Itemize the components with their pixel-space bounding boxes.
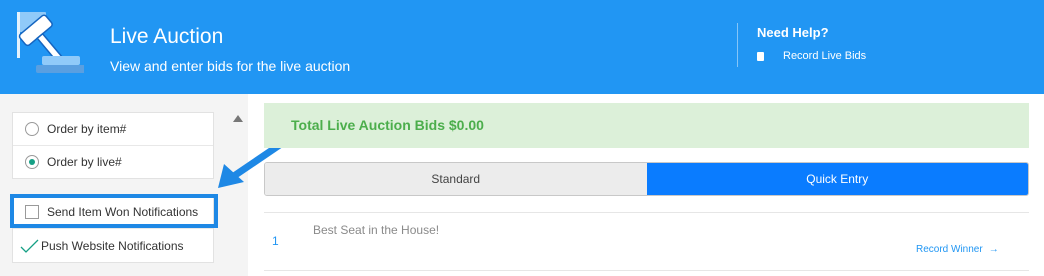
- checkmark-icon[interactable]: [19, 239, 39, 253]
- total-bids-banner: Total Live Auction Bids $0.00: [264, 103, 1029, 148]
- tab-standard[interactable]: Standard: [265, 163, 647, 195]
- push-website-option[interactable]: Push Website Notifications: [13, 228, 213, 262]
- order-by-live-label: Order by live#: [47, 155, 122, 169]
- push-website-label: Push Website Notifications: [41, 238, 184, 253]
- highlight-box: [10, 194, 218, 228]
- order-by-item-option[interactable]: Order by item#: [13, 113, 213, 145]
- order-by-item-radio[interactable]: [25, 122, 39, 136]
- row-divider: [264, 270, 1029, 271]
- arrow-right-icon: →: [988, 244, 999, 255]
- gavel-icon: [17, 12, 84, 73]
- book-icon: [757, 52, 764, 61]
- record-winner-label: Record Winner: [916, 244, 983, 255]
- help-title: Need Help?: [757, 25, 829, 40]
- item-name: Best Seat in the House!: [313, 223, 440, 237]
- page-title: Live Auction: [110, 25, 224, 48]
- scroll-up-arrow[interactable]: [233, 115, 243, 122]
- header-divider: [737, 23, 738, 67]
- order-by-item-label: Order by item#: [47, 122, 127, 136]
- order-by-live-option[interactable]: Order by live#: [13, 145, 213, 178]
- page-header: Live Auction View and enter bids for the…: [0, 0, 1044, 94]
- record-live-bids-link[interactable]: Record Live Bids: [757, 50, 866, 63]
- page-subtitle: View and enter bids for the live auction: [110, 58, 351, 74]
- order-by-live-radio[interactable]: [25, 155, 39, 169]
- order-options: Order by item# Order by live#: [12, 112, 214, 179]
- row-divider: [264, 212, 1029, 213]
- entry-mode-tabs: Standard Quick Entry: [264, 162, 1029, 196]
- item-number[interactable]: 1: [272, 234, 279, 248]
- tab-quick-entry[interactable]: Quick Entry: [646, 163, 1028, 195]
- record-live-bids-label: Record Live Bids: [783, 50, 867, 62]
- record-winner-link[interactable]: Record Winner →: [916, 244, 999, 255]
